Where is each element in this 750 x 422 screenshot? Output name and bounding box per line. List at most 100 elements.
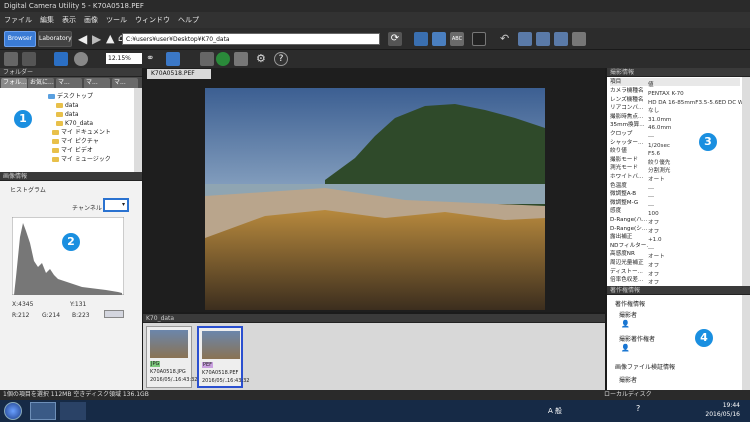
multi-view-icon[interactable] <box>432 32 446 46</box>
tab-m3[interactable]: マ... <box>112 78 138 88</box>
grid-view-icon[interactable] <box>4 52 18 66</box>
tree-item-pictures[interactable]: マイ ピクチャ <box>52 137 99 146</box>
shooting-info-panel: 項目値 カメラ機種名 PENTAX K-70 レンズ機種名 HD DA 16-85mm… <box>607 77 750 286</box>
info-row-key: 色温度 <box>610 182 627 189</box>
refresh-icon[interactable]: ⟳ <box>388 32 402 46</box>
menu-image[interactable]: 画像 <box>84 15 98 25</box>
menu-file[interactable]: ファイル <box>4 15 32 25</box>
tree-item-k70-data[interactable]: K70_data <box>56 119 93 128</box>
zoom-icon[interactable] <box>74 52 88 66</box>
tree-item-music[interactable]: マイ ミュージック <box>52 155 111 164</box>
print-icon[interactable] <box>472 32 486 46</box>
tree-item-videos[interactable]: マイ ビデオ <box>52 146 93 155</box>
browser-button[interactable]: Browser <box>4 31 36 47</box>
info-row-key: 露出補正 <box>610 234 633 241</box>
info-row-key: ホワイトバ... <box>610 174 644 180</box>
info-row-key: 倍率色収差... <box>610 277 644 284</box>
info-row: 感度 100 <box>610 207 659 217</box>
address-bar[interactable]: C:¥users¥user¥Desktop¥K70_data <box>122 33 380 45</box>
undo-icon[interactable]: ↶ <box>500 32 514 46</box>
tree-item-data1[interactable]: data <box>56 101 79 110</box>
menu-tools[interactable]: ツール <box>106 15 127 25</box>
tree-item-data2[interactable]: data <box>56 110 79 119</box>
thumbnail-date: 2016/05/... <box>150 377 178 383</box>
info-row: 測光モード 分割測光 <box>610 164 670 174</box>
back-arrow-icon[interactable]: ◀ <box>78 32 92 46</box>
channel-select[interactable]: ▾ <box>103 198 129 212</box>
copyright-header: 著作権情報 <box>607 286 750 295</box>
laboratory-button[interactable]: Laboratory <box>38 31 72 47</box>
coord-y: Y:131 <box>70 301 87 308</box>
compare-view-icon[interactable] <box>414 32 428 46</box>
menu-help[interactable]: ヘルプ <box>178 15 199 25</box>
tab-image[interactable]: K70A0518.PEF <box>147 69 211 79</box>
paste-icon[interactable] <box>554 32 568 46</box>
histogram-title: ヒストグラム <box>10 187 46 194</box>
forward-arrow-icon[interactable]: ▶ <box>92 32 106 46</box>
info-row-key: 35mm換算... <box>610 122 645 129</box>
move-icon[interactable] <box>536 32 550 46</box>
taskbar-app-browser-icon[interactable] <box>60 402 86 420</box>
menu-edit[interactable]: 編集 <box>40 15 54 25</box>
coord-x: X:4345 <box>12 301 34 308</box>
info-row: 絞り値 F5.6 <box>610 147 660 157</box>
list-view-icon[interactable] <box>22 52 36 66</box>
info-row-key: NDフィルター... <box>610 242 648 249</box>
taskbar-app-pentax-icon[interactable] <box>30 402 56 420</box>
copy-icon[interactable] <box>518 32 532 46</box>
image-view-icon[interactable] <box>166 52 180 66</box>
trash-icon[interactable] <box>572 32 586 46</box>
rename-icon[interactable]: ABC <box>450 32 464 46</box>
clock-time: 19:44 <box>722 402 740 409</box>
color-swatch <box>104 310 124 318</box>
person-icon: 👤 <box>621 344 630 352</box>
develop-icon[interactable] <box>200 52 214 66</box>
info-row-key: 高感度NR <box>610 251 635 258</box>
menu-window[interactable]: ウィンドウ <box>135 15 170 25</box>
ime-indicator[interactable]: A 般 <box>548 406 562 416</box>
info-row-key: 感度 <box>610 208 622 215</box>
info-row: 露出補正 +1.0 <box>610 233 662 243</box>
info-row-key: D-Range(ハ... <box>610 217 648 223</box>
info-row-key: D-Range(シ... <box>610 225 648 232</box>
info-scrollbar[interactable] <box>742 77 750 286</box>
landscape-photo[interactable] <box>205 88 545 310</box>
info-row-key: 微調整M-G <box>610 199 639 206</box>
save-icon[interactable] <box>216 52 230 66</box>
zoom-select[interactable]: 12.15% <box>106 53 142 64</box>
help-tray-icon[interactable]: ? <box>636 404 640 413</box>
tab-folder[interactable]: フォル... <box>1 78 27 88</box>
thumbnail-jpg[interactable]: JPG K70A0518.JPG 2016/05/... 16:43:32 <box>146 326 197 388</box>
callout-badge-1: 1 <box>14 110 32 128</box>
tab-m2[interactable]: マ... <box>84 78 110 88</box>
menu-view[interactable]: 表示 <box>62 15 76 25</box>
start-button-icon[interactable] <box>4 402 22 420</box>
info-row-key: 絞り値 <box>610 148 627 155</box>
clock-date: 2016/05/16 <box>705 411 740 418</box>
info-row: 撮影モード 絞り優先 <box>610 156 670 166</box>
tree-item-desktop[interactable]: デスクトップ <box>48 92 93 101</box>
info-row: ディストー... オフ <box>610 268 659 278</box>
batch-icon[interactable] <box>234 52 248 66</box>
info-row-key: 撮影モード <box>610 156 638 163</box>
tree-item-documents[interactable]: マイ ドキュメント <box>52 128 111 137</box>
thumbnail-strip: JPG K70A0518.JPG 2016/05/... 16:43:32 PE… <box>143 323 605 390</box>
info-row-key: リアコンバ... <box>610 105 644 112</box>
info-row: クロップ --- <box>610 130 654 140</box>
preview-icon[interactable] <box>54 52 68 66</box>
info-row: D-Range(ハ...オフ <box>610 216 659 226</box>
thumbnail-pef[interactable]: PEF K70A0518.PEF 2016/05/... 16:43:32 <box>197 326 249 388</box>
copyright-scrollbar[interactable] <box>742 295 750 390</box>
settings-icon[interactable]: ⚙ <box>256 52 270 66</box>
folder-icon <box>56 121 63 126</box>
link-icon[interactable]: ⚭ <box>146 52 160 66</box>
thumbnail-name: K70A0518.PEF <box>202 370 239 376</box>
tab-m1[interactable]: マ... <box>56 78 82 88</box>
tab-favorites[interactable]: お気に... <box>28 78 54 88</box>
folder-scrollbar[interactable] <box>134 88 142 172</box>
folder-icon <box>52 130 59 135</box>
info-row: NDフィルター...--- <box>610 242 654 252</box>
value-r: R:212 <box>12 312 30 319</box>
help-icon[interactable]: ? <box>274 52 288 66</box>
info-row-key: 測光モード <box>610 165 638 172</box>
